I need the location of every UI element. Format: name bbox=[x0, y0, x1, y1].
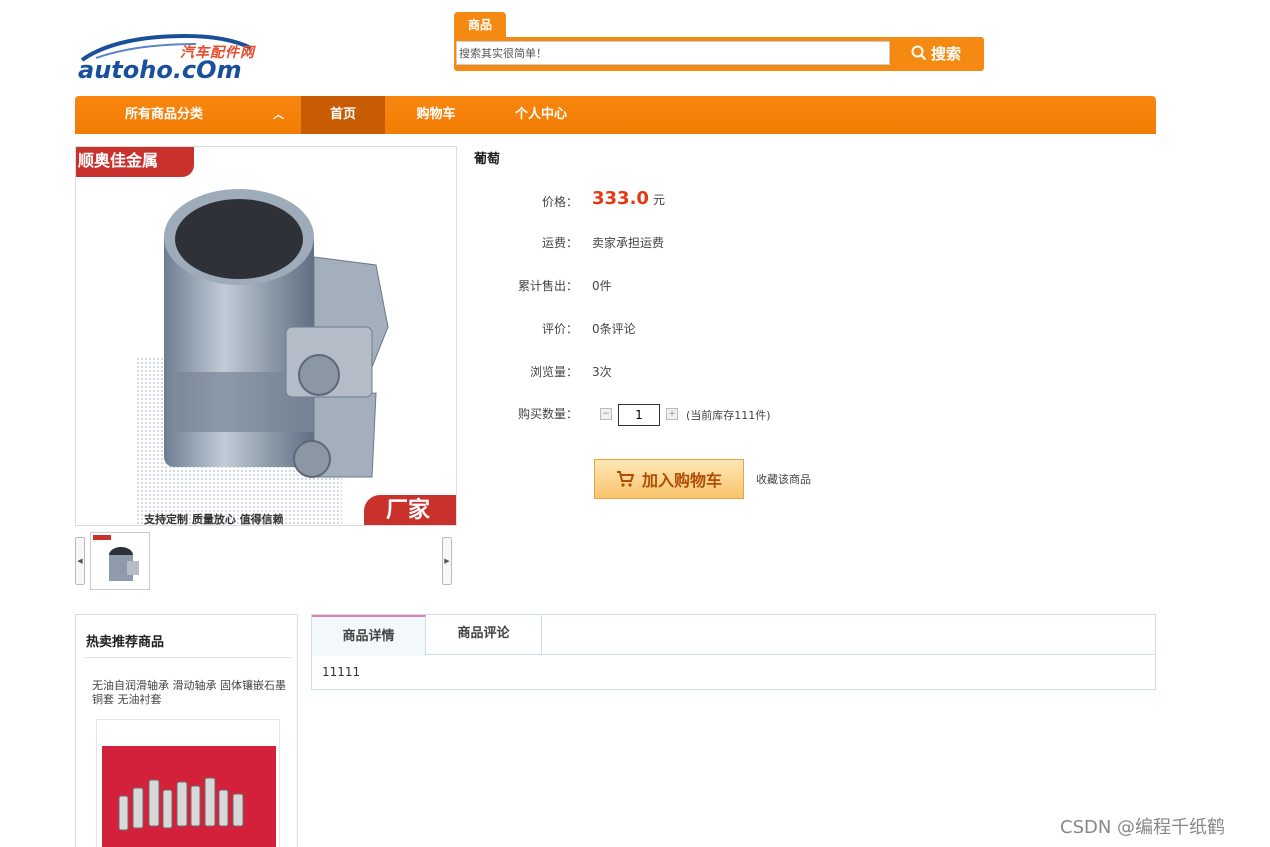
tab-product-details[interactable]: 商品详情 bbox=[312, 615, 426, 656]
search-input[interactable] bbox=[456, 41, 890, 65]
price-unit: 元 bbox=[652, 193, 665, 207]
quantity-row: 购买数量： − + (当前库存111件) bbox=[500, 404, 900, 426]
thumbnail-prev-button[interactable]: ◀ bbox=[75, 537, 85, 585]
divider bbox=[84, 657, 292, 658]
views-row: 浏览量： 3次 bbox=[500, 363, 900, 383]
nav-item-home[interactable]: 首页 bbox=[301, 96, 385, 134]
sold-label: 累计售出： bbox=[517, 279, 578, 293]
quantity-increase-button[interactable]: + bbox=[666, 408, 678, 420]
chevron-up-icon: ︿ bbox=[273, 108, 284, 121]
search-icon bbox=[911, 45, 927, 61]
product-title: 葡萄 bbox=[474, 152, 501, 167]
bushings-image bbox=[102, 746, 276, 847]
stock-text: (当前库存111件) bbox=[686, 409, 771, 422]
hot-product-name[interactable]: 无油自润滑轴承 滑动轴承 固体镶嵌石墨铜套 无油衬套 bbox=[92, 679, 288, 707]
main-nav: 所有商品分类 ︿ 首页 购物车 个人中心 bbox=[75, 96, 1156, 134]
quantity-label: 购买数量： bbox=[517, 407, 578, 421]
sold-row: 累计售出： 0件 bbox=[500, 277, 900, 297]
factory-badge: 厂家 bbox=[364, 495, 456, 525]
tab-content-text: 11111 bbox=[322, 665, 361, 679]
site-logo[interactable]: 汽车配件网 autoho.cOm bbox=[76, 28, 276, 84]
add-to-cart-button[interactable]: 加入购物车 bbox=[594, 459, 744, 499]
thumbnail-next-button[interactable]: ▶ bbox=[442, 537, 452, 585]
image-caption: 支持定制 质量放心 值得信赖 bbox=[144, 513, 284, 526]
shipping-value: 卖家承担运费 bbox=[592, 236, 665, 250]
tabs-header: 商品详情 商品评论 bbox=[312, 615, 1155, 656]
shipping-label: 运费： bbox=[541, 236, 578, 250]
hot-products-title: 热卖推荐商品 bbox=[86, 635, 165, 650]
nav-item-profile[interactable]: 个人中心 bbox=[499, 96, 583, 134]
views-value: 3次 bbox=[592, 365, 612, 379]
shipping-row: 运费： 卖家承担运费 bbox=[500, 234, 900, 254]
nav-item-cart[interactable]: 购物车 bbox=[397, 96, 475, 134]
search-button[interactable]: 搜索 bbox=[890, 37, 982, 69]
rating-row: 评价： 0条评论 bbox=[500, 320, 900, 340]
search-button-label: 搜索 bbox=[930, 44, 961, 63]
favorite-link[interactable]: 收藏该商品 bbox=[756, 471, 811, 487]
search-bar: 搜索 bbox=[454, 37, 984, 71]
price-value: 333.0 bbox=[592, 188, 649, 209]
thumbnail-image[interactable] bbox=[90, 532, 150, 590]
rating-label: 评价： bbox=[541, 322, 578, 336]
price-label: 价格： bbox=[541, 195, 578, 209]
brand-badge: 顺奥佳金属 bbox=[76, 147, 194, 177]
exhaust-clamp-thumbnail-icon bbox=[93, 535, 139, 581]
tab-product-reviews[interactable]: 商品评论 bbox=[426, 615, 542, 655]
logo-english-text: autoho.cOm bbox=[78, 56, 242, 84]
quantity-input[interactable] bbox=[618, 404, 660, 426]
rating-value[interactable]: 0条评论 bbox=[592, 320, 636, 337]
hot-product-image[interactable] bbox=[96, 719, 280, 847]
nav-all-categories-label: 所有商品分类 bbox=[125, 107, 204, 122]
product-tabs: 商品详情 商品评论 11111 bbox=[311, 614, 1156, 690]
price-row: 价格： 333.0 元 bbox=[500, 188, 900, 210]
exhaust-clamp-image bbox=[164, 189, 389, 478]
cart-icon bbox=[616, 471, 634, 487]
search-tab-products[interactable]: 商品 bbox=[454, 12, 506, 38]
sold-value: 0件 bbox=[592, 279, 612, 293]
price-value-wrap: 333.0 元 bbox=[592, 188, 665, 209]
views-label: 浏览量： bbox=[529, 365, 578, 379]
nav-all-categories[interactable]: 所有商品分类 ︿ bbox=[75, 96, 301, 134]
product-main-image[interactable]: 顺奥佳金属 厂家 支持定制 质量放心 值得信赖 bbox=[75, 146, 457, 526]
add-to-cart-label: 加入购物车 bbox=[641, 471, 722, 490]
hot-products-panel: 热卖推荐商品 无油自润滑轴承 滑动轴承 固体镶嵌石墨铜套 无油衬套 bbox=[75, 614, 298, 847]
quantity-decrease-button[interactable]: − bbox=[600, 408, 612, 420]
watermark-text: CSDN @编程千纸鹤 bbox=[1060, 817, 1226, 838]
